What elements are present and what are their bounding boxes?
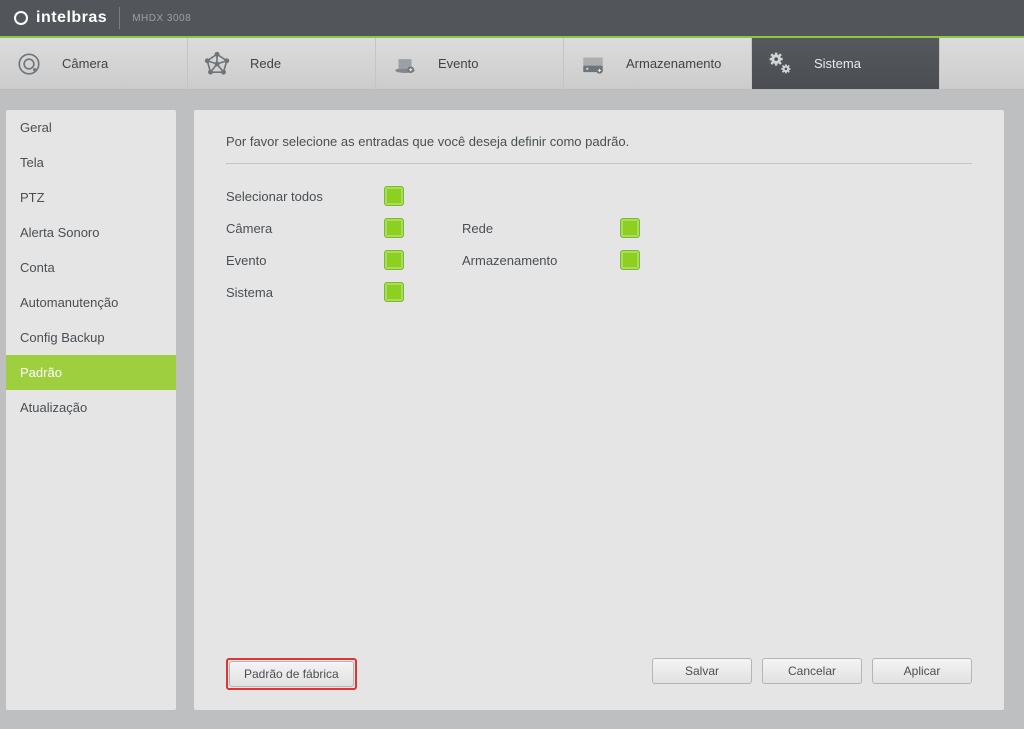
factory-default-button[interactable]: Padrão de fábrica: [229, 661, 354, 687]
sidebar-item-alerta[interactable]: Alerta Sonoro: [6, 215, 176, 250]
select-all-label: Selecionar todos: [226, 189, 384, 204]
network-icon: [202, 49, 232, 79]
nav-system-label: Sistema: [814, 56, 861, 71]
settings-panel: Por favor selecione as entradas que você…: [194, 110, 1004, 710]
nav-network-label: Rede: [250, 56, 281, 71]
sidebar-item-padrao[interactable]: Padrão: [6, 355, 176, 390]
save-label: Salvar: [685, 664, 719, 678]
event-icon: [390, 49, 420, 79]
camera-icon: [14, 49, 44, 79]
network-checkbox[interactable]: [620, 218, 640, 238]
storage-icon: [578, 49, 608, 79]
sidebar-item-tela[interactable]: Tela: [6, 145, 176, 180]
sidebar-item-label: Config Backup: [20, 330, 105, 345]
apply-label: Aplicar: [904, 664, 941, 678]
sidebar-item-atualizacao[interactable]: Atualização: [6, 390, 176, 425]
nav-storage-label: Armazenamento: [626, 56, 721, 71]
system-icon: [766, 49, 796, 79]
sidebar-item-automanutencao[interactable]: Automanutenção: [6, 285, 176, 320]
sidebar-item-config-backup[interactable]: Config Backup: [6, 320, 176, 355]
select-all-checkbox[interactable]: [384, 186, 404, 206]
sidebar-item-label: Atualização: [20, 400, 87, 415]
app-header: intelbras MHDX 3008: [0, 0, 1024, 38]
brand-logo: intelbras: [14, 9, 107, 27]
nav-camera[interactable]: Câmera: [0, 38, 188, 89]
button-bar: Padrão de fábrica Salvar Cancelar Aplica…: [194, 658, 1004, 690]
panel-description: Por favor selecione as entradas que você…: [226, 134, 972, 164]
brand-text: intelbras: [36, 9, 107, 27]
defaults-form: Selecionar todos Câmera Rede Evento Arma…: [226, 180, 972, 308]
cancel-button[interactable]: Cancelar: [762, 658, 862, 684]
sidebar-item-label: Alerta Sonoro: [20, 225, 100, 240]
camera-checkbox[interactable]: [384, 218, 404, 238]
sidebar: Geral Tela PTZ Alerta Sonoro Conta Autom…: [6, 110, 176, 710]
sidebar-item-label: Padrão: [20, 365, 62, 380]
header-separator: [119, 7, 120, 29]
brand-icon: [14, 11, 28, 25]
factory-default-label: Padrão de fábrica: [244, 667, 339, 681]
sidebar-item-conta[interactable]: Conta: [6, 250, 176, 285]
sidebar-item-label: Tela: [20, 155, 44, 170]
camera-label: Câmera: [226, 221, 384, 236]
factory-default-highlight: Padrão de fábrica: [226, 658, 357, 690]
apply-button[interactable]: Aplicar: [872, 658, 972, 684]
nav-storage[interactable]: Armazenamento: [564, 38, 752, 89]
system-checkbox[interactable]: [384, 282, 404, 302]
model-label: MHDX 3008: [132, 13, 191, 24]
sidebar-item-label: PTZ: [20, 190, 45, 205]
nav-camera-label: Câmera: [62, 56, 108, 71]
cancel-label: Cancelar: [788, 664, 836, 678]
nav-system[interactable]: Sistema: [752, 38, 940, 89]
storage-checkbox[interactable]: [620, 250, 640, 270]
event-checkbox[interactable]: [384, 250, 404, 270]
sidebar-item-label: Conta: [20, 260, 55, 275]
sidebar-item-label: Geral: [20, 120, 52, 135]
sidebar-item-ptz[interactable]: PTZ: [6, 180, 176, 215]
top-nav: Câmera Rede Evento: [0, 38, 1024, 90]
save-button[interactable]: Salvar: [652, 658, 752, 684]
sidebar-item-label: Automanutenção: [20, 295, 118, 310]
system-label: Sistema: [226, 285, 384, 300]
nav-event[interactable]: Evento: [376, 38, 564, 89]
sidebar-item-geral[interactable]: Geral: [6, 110, 176, 145]
nav-network[interactable]: Rede: [188, 38, 376, 89]
nav-event-label: Evento: [438, 56, 478, 71]
storage-label: Armazenamento: [462, 253, 620, 268]
network-label: Rede: [462, 221, 620, 236]
event-label: Evento: [226, 253, 384, 268]
